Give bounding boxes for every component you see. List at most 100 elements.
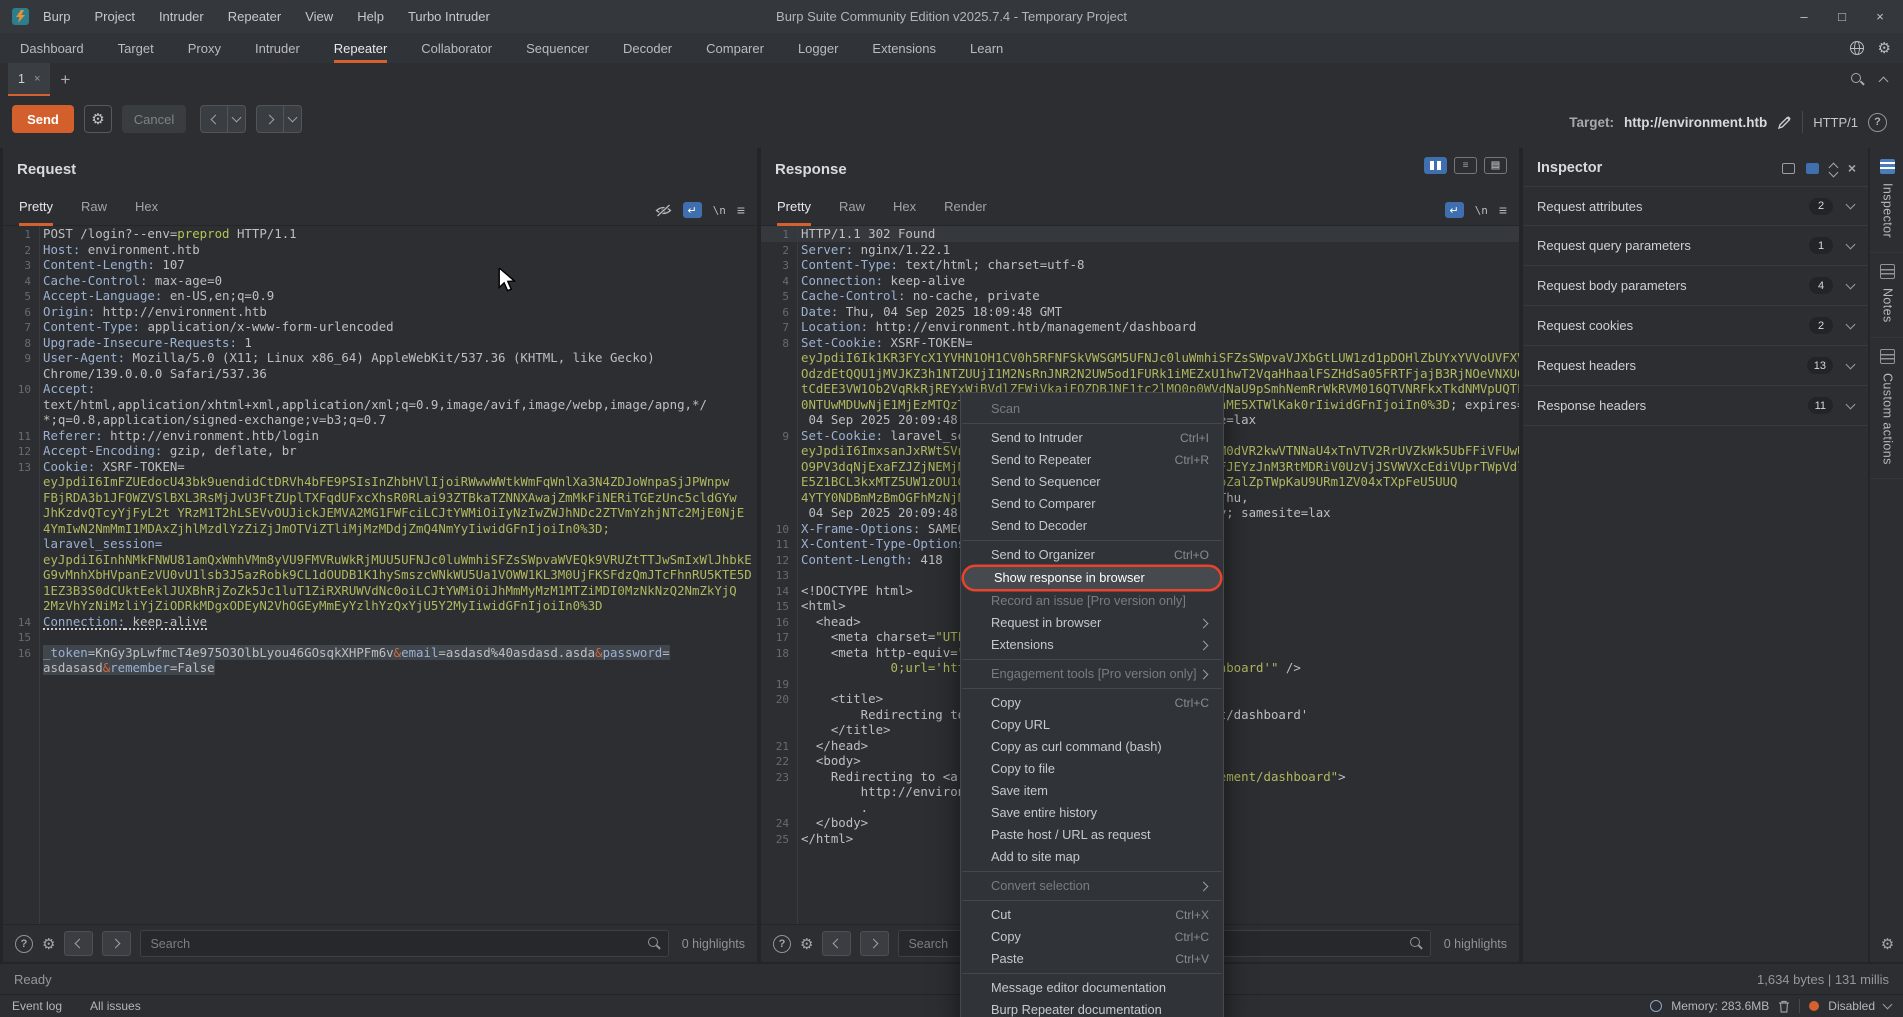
http-version[interactable]: HTTP/1 — [1813, 115, 1858, 130]
chevron-down-icon[interactable] — [1846, 359, 1856, 369]
layout-columns-icon[interactable] — [1424, 157, 1447, 174]
help-icon[interactable]: ? — [773, 935, 791, 953]
close-icon[interactable]: × — [1848, 160, 1856, 176]
event-log-button[interactable]: Event log — [12, 999, 62, 1013]
help-icon[interactable]: ? — [15, 935, 33, 953]
chevron-down-icon[interactable] — [1846, 399, 1856, 409]
chevron-down-icon[interactable] — [1846, 239, 1856, 249]
tab-repeater[interactable]: Repeater — [334, 33, 387, 63]
tab-learn[interactable]: Learn — [970, 33, 1003, 63]
menu-intruder[interactable]: Intruder — [159, 9, 204, 24]
trash-icon[interactable] — [1778, 1000, 1790, 1013]
inspector-section-request-attributes[interactable]: Request attributes2 — [1523, 186, 1868, 226]
close-tab-icon[interactable]: × — [34, 73, 40, 85]
code-row[interactable]: 2MzVhYzNiMzliYjZiODRkMDgxODEyN2VhOGEyMmE… — [3, 598, 757, 614]
collapse-all-icon[interactable] — [1830, 161, 1837, 176]
code-row[interactable]: 1POST /login?--env=preprod HTTP/1.1 — [3, 226, 757, 242]
history-back-button[interactable] — [200, 105, 246, 133]
code-row[interactable]: 6Date: Thu, 04 Sep 2025 18:09:48 GMT — [761, 304, 1519, 320]
code-row[interactable]: 16_token=KnGy3pLwfmcT4e975O3OlbLyou46GOs… — [3, 645, 757, 661]
code-row[interactable]: FBjRDA3b1JFOWZVSlBXL3RsMjJvU3FtZUplTXFqd… — [3, 490, 757, 506]
response-tab-raw[interactable]: Raw — [839, 199, 865, 226]
tab-collaborator[interactable]: Collaborator — [421, 33, 492, 63]
next-match-button[interactable] — [860, 931, 889, 956]
history-forward-button[interactable] — [256, 105, 302, 133]
menu-repeater[interactable]: Repeater — [228, 9, 281, 24]
show-newlines-icon[interactable]: \n — [1475, 204, 1488, 217]
tab-decoder[interactable]: Decoder — [623, 33, 672, 63]
menu-item-save-entire-history[interactable]: Save entire history — [961, 802, 1223, 824]
settings-gear-icon[interactable]: ⚙ — [1878, 39, 1891, 57]
menu-item-send-to-intruder[interactable]: Send to IntruderCtrl+I — [961, 427, 1223, 449]
code-row[interactable]: 2Server: nginx/1.22.1 — [761, 242, 1519, 258]
all-issues-button[interactable]: All issues — [90, 999, 141, 1013]
request-tab-hex[interactable]: Hex — [135, 199, 158, 226]
chevron-down-icon[interactable] — [1883, 1000, 1893, 1010]
menu-item-cut[interactable]: CutCtrl+X — [961, 904, 1223, 926]
code-row[interactable]: 8Set-Cookie: XSRF-TOKEN= — [761, 335, 1519, 351]
request-editor[interactable]: 1POST /login?--env=preprod HTTP/1.12Host… — [3, 226, 757, 924]
menu-burp[interactable]: Burp — [43, 9, 70, 24]
soft-wrap-icon[interactable]: ↵ — [1445, 202, 1464, 218]
dock-panel-icon[interactable] — [1806, 163, 1819, 174]
code-row[interactable]: JhKzdvQTcyYjFyL2t YRzM1T2hLSEVvOUJickJEM… — [3, 505, 757, 521]
browser-globe-icon[interactable] — [1850, 41, 1864, 55]
menu-item-copy-as-curl-command-bash[interactable]: Copy as curl command (bash) — [961, 736, 1223, 758]
code-row[interactable]: text/html,application/xhtml+xml,applicat… — [3, 397, 757, 413]
prev-match-button[interactable] — [822, 931, 851, 956]
help-icon[interactable]: ? — [1868, 113, 1887, 132]
code-row[interactable]: G9vMnhXbHVpanEzVU0vU1lsb3J5azRobk9CL1dOU… — [3, 567, 757, 583]
side-tab-notes[interactable]: Notes — [1870, 253, 1903, 338]
next-match-button[interactable] — [102, 931, 131, 956]
inspector-section-response-headers[interactable]: Response headers11 — [1523, 386, 1868, 426]
code-row[interactable]: 14Connection: keep-alive — [3, 614, 757, 630]
search-settings-gear-icon[interactable]: ⚙ — [42, 935, 55, 953]
menu-item-add-to-site-map[interactable]: Add to site map — [961, 846, 1223, 868]
menu-item-message-editor-documentation[interactable]: Message editor documentation — [961, 977, 1223, 999]
soft-wrap-icon[interactable]: ↵ — [683, 202, 702, 218]
code-row[interactable]: asdasasd&remember=False — [3, 660, 757, 676]
code-row[interactable]: 13Cookie: XSRF-TOKEN= — [3, 459, 757, 475]
chevron-down-icon[interactable] — [1846, 279, 1856, 289]
code-row[interactable]: laravel_session= — [3, 536, 757, 552]
eye-hidden-icon[interactable] — [655, 204, 672, 217]
chevron-down-icon[interactable] — [288, 113, 298, 123]
code-row[interactable]: 3Content-Type: text/html; charset=utf-8 — [761, 257, 1519, 273]
chevron-up-icon[interactable] — [1879, 76, 1889, 86]
menu-item-send-to-comparer[interactable]: Send to Comparer — [961, 493, 1223, 515]
menu-item-burp-repeater-documentation[interactable]: Burp Repeater documentation — [961, 999, 1223, 1017]
menu-item-engagement-tools-pro-version-only[interactable]: Engagement tools [Pro version only] — [961, 663, 1223, 685]
menu-help[interactable]: Help — [357, 9, 384, 24]
code-row[interactable]: 4Cache-Control: max-age=0 — [3, 273, 757, 289]
chevron-down-icon[interactable] — [1846, 319, 1856, 329]
menu-view[interactable]: View — [305, 9, 333, 24]
maximize-button[interactable]: □ — [1823, 0, 1861, 33]
code-row[interactable]: 5Cache-Control: no-cache, private — [761, 288, 1519, 304]
show-newlines-icon[interactable]: \n — [713, 204, 726, 217]
menu-project[interactable]: Project — [94, 9, 134, 24]
code-row[interactable]: 12Accept-Encoding: gzip, deflate, br — [3, 443, 757, 459]
tab-dashboard[interactable]: Dashboard — [20, 33, 84, 63]
editor-menu-icon[interactable]: ≡ — [737, 202, 745, 218]
chevron-down-icon[interactable] — [1846, 200, 1856, 210]
code-row[interactable]: 4YmIwN2NmMmI1MDAxZjhlMzdlYzZiZjJmOTViZTl… — [3, 521, 757, 537]
minimize-button[interactable]: – — [1785, 0, 1823, 33]
search-settings-gear-icon[interactable]: ⚙ — [800, 935, 813, 953]
menu-turbo-intruder[interactable]: Turbo Intruder — [408, 9, 490, 24]
side-tab-inspector[interactable]: Inspector — [1870, 148, 1903, 253]
cancel-button[interactable]: Cancel — [122, 105, 186, 133]
code-row[interactable]: 7Content-Type: application/x-www-form-ur… — [3, 319, 757, 335]
code-row[interactable]: eyJpdiI6InhNMkFNWU81amQxWmhVMm8yVU9FMVRu… — [3, 552, 757, 568]
code-row[interactable]: 8Upgrade-Insecure-Requests: 1 — [3, 335, 757, 351]
send-button[interactable]: Send — [12, 105, 74, 133]
code-row[interactable]: 1EZ3B3S0dCUktEeklJUXBhRjZoZk5Jc1luT1ZiRX… — [3, 583, 757, 599]
prev-match-button[interactable] — [64, 931, 93, 956]
side-tab-custom-actions[interactable]: Custom actions — [1870, 338, 1903, 480]
code-row[interactable]: 4Connection: keep-alive — [761, 273, 1519, 289]
tab-proxy[interactable]: Proxy — [188, 33, 221, 63]
settings-gear-icon[interactable]: ⚙ — [1870, 935, 1903, 953]
menu-item-request-in-browser[interactable]: Request in browser — [961, 612, 1223, 634]
menu-item-paste-host-url-as-request[interactable]: Paste host / URL as request — [961, 824, 1223, 846]
code-row[interactable]: 7Location: http://environment.htb/manage… — [761, 319, 1519, 335]
code-row[interactable]: OdzdEtQQU1jMVJKZ3h1NTZUUjI1M2NsRnJNR2N2U… — [761, 366, 1519, 382]
